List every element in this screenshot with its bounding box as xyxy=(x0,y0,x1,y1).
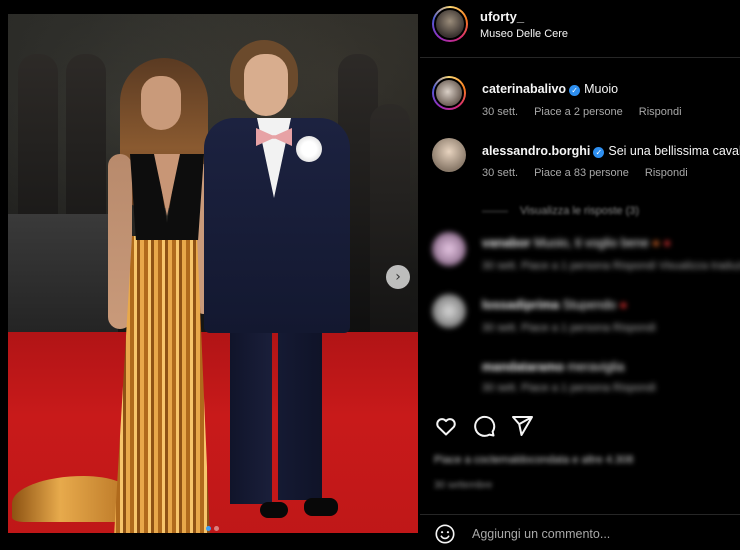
carousel-dot xyxy=(214,526,219,531)
comment-meta: 30 sett. Piace a 83 persone Rispondi xyxy=(482,167,704,179)
comment-username: lossadiprima xyxy=(482,298,560,312)
post-location[interactable]: Museo Delle Cere xyxy=(480,28,568,40)
comment-body: lossadiprima Stupendo ● xyxy=(482,298,628,312)
post-photo[interactable]: › xyxy=(8,14,418,533)
photo-woman-face xyxy=(141,76,181,130)
comment-username: mandataramo xyxy=(482,360,564,374)
comment-username[interactable]: alessandro.borghi xyxy=(482,144,590,158)
comment-time[interactable]: 30 sett. xyxy=(482,106,518,118)
heart-icon[interactable] xyxy=(434,414,458,438)
carousel-next-button[interactable]: › xyxy=(386,265,410,289)
comment-body: caterinabalivo ✓ Muoio xyxy=(482,82,618,96)
comment-body: mandataramo meraviglia xyxy=(482,360,624,374)
verified-badge-icon: ✓ xyxy=(569,85,581,96)
post-header: uforty_ Museo Delle Cere xyxy=(420,0,740,58)
photo-man-shoe xyxy=(260,502,288,518)
author-avatar[interactable] xyxy=(432,6,468,42)
smiley-icon[interactable] xyxy=(434,523,456,545)
comment-text: meraviglia xyxy=(567,360,625,374)
comment-text: Stupendo xyxy=(562,298,617,312)
comment-meta: 30 sett. Piace a 1 persona Rispondi Visu… xyxy=(482,260,740,272)
comment-meta: 30 sett. Piace a 1 persona Rispondi xyxy=(482,322,656,334)
comment-meta: 30 sett. Piace a 1 persona Rispondi xyxy=(482,382,656,394)
comment-avatar xyxy=(432,294,466,328)
comment-bubble-icon[interactable] xyxy=(472,414,496,438)
post-side-panel: uforty_ Museo Delle Cere caterinabalivo ✓… xyxy=(420,0,740,550)
comment-likes[interactable]: Piace a 2 persone xyxy=(534,106,623,118)
comment-avatar xyxy=(432,232,466,266)
comment-username[interactable]: caterinabalivo xyxy=(482,82,566,96)
comment-meta: 30 sett. Piace a 2 persone Rispondi xyxy=(482,106,698,118)
comment-avatar[interactable] xyxy=(432,76,466,110)
comment-body: vanabor Muoio, ti voglio bene ● ● xyxy=(482,236,671,250)
verified-badge-icon: ✓ xyxy=(593,147,605,158)
reply-button[interactable]: Rispondi xyxy=(645,167,688,179)
comment-text: Sei una bellissima caval xyxy=(608,144,740,158)
comment-username: vanabor xyxy=(482,236,531,250)
comment-likes[interactable]: Piace a 83 persone xyxy=(534,167,629,179)
comment-avatar[interactable] xyxy=(432,138,466,172)
author-username[interactable]: uforty_ xyxy=(480,9,524,24)
photo-man-trousers xyxy=(278,314,322,500)
comment-time[interactable]: 30 sett. xyxy=(482,167,518,179)
comment-composer xyxy=(420,514,740,550)
chevron-right-icon: › xyxy=(395,269,401,285)
post-actions xyxy=(420,402,740,448)
reply-button[interactable]: Rispondi xyxy=(639,106,682,118)
comment-text: Muoio xyxy=(584,82,619,96)
photo-man-trousers xyxy=(230,314,272,504)
liked-by-summary[interactable]: Piace a coctemaldocondata e altre 4.308 xyxy=(434,454,633,466)
photo-barrier xyxy=(8,214,118,344)
photo-man-shoe xyxy=(304,498,338,516)
comment-body: alessandro.borghi ✓ Sei una bellissima cav… xyxy=(482,144,740,158)
photo-boutonniere xyxy=(296,136,322,162)
carousel-dot-active xyxy=(206,526,211,531)
view-replies-button[interactable]: Visualizza le risposte (3) xyxy=(482,205,639,217)
comment-text: Muoio, ti voglio bene xyxy=(534,236,649,250)
carousel-indicator xyxy=(206,526,219,531)
photo-man-face xyxy=(244,54,288,116)
paper-plane-icon[interactable] xyxy=(510,414,534,438)
post-date: 30 settembre xyxy=(434,480,493,491)
comment-input[interactable] xyxy=(472,523,722,545)
